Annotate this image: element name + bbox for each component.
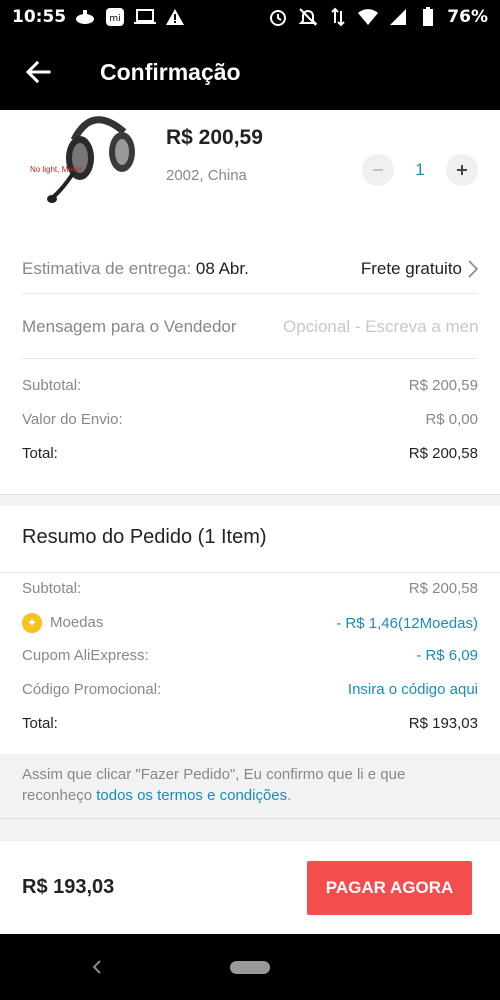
coupon-value: - R$ 6,09: [416, 647, 478, 664]
decrease-quantity-button[interactable]: [362, 154, 394, 186]
store-total-row: Total: R$ 200,58: [22, 445, 478, 462]
warning-icon: [164, 6, 186, 28]
minus-icon: [373, 169, 383, 171]
plus-icon: [457, 165, 467, 175]
checkout-content[interactable]: No light, Metal R$ 200,59 2002, China 1 …: [0, 110, 500, 840]
signal-icon: [387, 6, 409, 28]
delivery-label: Estimativa de entrega:: [22, 259, 192, 278]
delivery-estimate: Estimativa de entrega: 08 Abr.: [22, 259, 249, 279]
message-label: Mensagem para o Vendedor: [22, 317, 237, 336]
terms-link[interactable]: todos os termos e condições: [96, 787, 287, 804]
battery-percent: 76%: [447, 7, 488, 27]
product-image-caption: No light, Metal: [30, 165, 82, 174]
system-icons: 76%: [267, 6, 488, 28]
laptop-icon: [134, 6, 157, 28]
notification-icons: mi: [74, 6, 186, 28]
divider: [22, 358, 478, 359]
data-arrows-icon: [327, 6, 349, 28]
page-title: Confirmação: [100, 58, 241, 85]
chevron-right-icon: [468, 260, 478, 278]
order-subtotal-row: Subtotal: R$ 200,58: [22, 580, 478, 597]
order-subtotal-label: Subtotal:: [22, 580, 82, 597]
store-total-value: R$ 200,58: [408, 445, 478, 462]
divider: [0, 572, 500, 573]
battery-icon: [417, 6, 439, 28]
wifi-icon: [357, 6, 379, 28]
order-total-row: Total: R$ 193,03: [22, 715, 478, 732]
order-total-label: Total:: [22, 715, 58, 732]
shipping-label: Frete gratuito: [360, 259, 462, 278]
pay-now-button[interactable]: PAGAR AGORA: [307, 860, 472, 915]
store-shipping-row: Valor do Envio: R$ 0,00: [22, 411, 478, 428]
product-price: R$ 200,59: [166, 126, 263, 149]
coins-value: - R$ 1,46(12Moedas): [336, 614, 478, 632]
store-shipping-value: R$ 0,00: [425, 411, 478, 428]
divider: [22, 293, 478, 294]
section-separator: [0, 494, 500, 506]
message-row: Mensagem para o Vendedor: [22, 312, 478, 342]
store-subtotal-row: Subtotal: R$ 200,59: [22, 377, 478, 394]
store-subtotal-value: R$ 200,59: [408, 377, 478, 394]
back-button[interactable]: [0, 34, 76, 110]
checkout-bar: R$ 193,03 PAGAR AGORA: [0, 840, 500, 934]
product-image[interactable]: No light, Metal: [22, 110, 150, 214]
alarm-icon: [267, 6, 289, 28]
coupon-row[interactable]: Cupom AliExpress: - R$ 6,09: [22, 647, 478, 664]
mi-app-icon: mi: [104, 6, 126, 28]
store-subtotal-label: Subtotal:: [22, 377, 82, 394]
terms-end: .: [287, 787, 292, 804]
quantity-value: 1: [415, 160, 425, 179]
coins-row[interactable]: ✦ Moedas - R$ 1,46(12Moedas): [22, 613, 478, 633]
terms-notice: Assim que clicar "Fazer Pedido", Eu conf…: [0, 754, 500, 818]
product-variant: 2002, China: [166, 167, 247, 184]
increase-quantity-button[interactable]: [446, 154, 478, 186]
promo-code-label: Código Promocional:: [22, 681, 162, 698]
order-subtotal-value: R$ 200,58: [408, 580, 478, 597]
mute-bell-icon: [297, 6, 319, 28]
nav-back-icon[interactable]: [88, 956, 106, 978]
nav-home-pill[interactable]: [230, 961, 270, 974]
order-total-value: R$ 193,03: [408, 715, 478, 732]
checkout-total: R$ 193,03: [22, 876, 115, 898]
coins-label-wrap: ✦ Moedas: [22, 613, 103, 633]
order-summary-title: Resumo do Pedido (1 Item): [22, 526, 267, 548]
status-time: 10:55: [12, 7, 67, 27]
store-total-label: Total:: [22, 445, 58, 462]
promo-code-link[interactable]: Insira o código aqui: [348, 681, 478, 698]
section-separator: [0, 818, 500, 840]
svg-text:mi: mi: [109, 14, 120, 24]
shipping-option[interactable]: Frete gratuito: [361, 259, 478, 279]
message-input[interactable]: [283, 317, 478, 337]
app-bar: Confirmação: [0, 34, 500, 110]
coins-label: Moedas: [50, 613, 104, 631]
store-shipping-label: Valor do Envio:: [22, 411, 123, 428]
arrow-left-icon: [25, 60, 51, 84]
quantity-stepper: 1: [362, 154, 478, 186]
promo-code-row: Código Promocional: Insira o código aqui: [22, 681, 478, 698]
headset-icon: [47, 116, 135, 203]
status-bar: 10:55 mi 76%: [0, 0, 500, 34]
system-navigation-bar: [0, 934, 500, 1000]
coupon-label: Cupom AliExpress:: [22, 647, 149, 664]
app-notification-icon: [74, 6, 96, 28]
delivery-date: 08 Abr.: [195, 259, 249, 278]
coin-icon: ✦: [22, 613, 42, 633]
product-item: No light, Metal R$ 200,59 2002, China 1: [0, 110, 500, 228]
delivery-row: Estimativa de entrega: 08 Abr. Frete gra…: [22, 254, 478, 284]
